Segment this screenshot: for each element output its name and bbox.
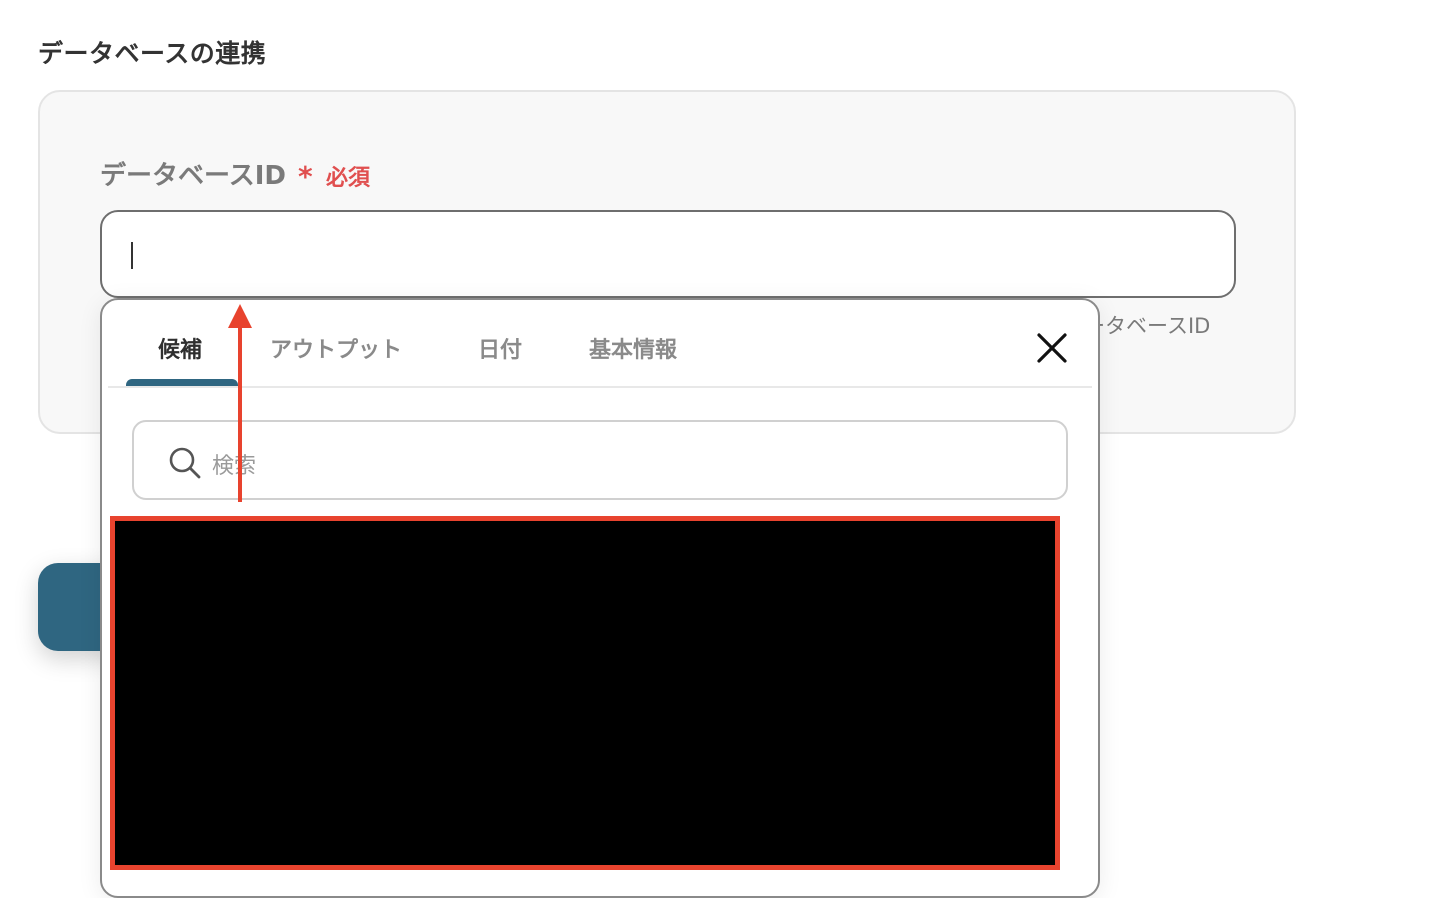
tab-date[interactable]: 日付 [478, 332, 522, 364]
tab-divider [108, 386, 1092, 388]
search-input[interactable]: 検索 [132, 420, 1068, 500]
field-help-text: ータベースID [1084, 314, 1211, 338]
database-id-input[interactable] [100, 210, 1236, 298]
annotation-arrow-line [238, 326, 242, 502]
required-star: * [298, 160, 313, 193]
annotation-arrow-head [228, 304, 252, 328]
tab-basic-info[interactable]: 基本情報 [589, 332, 677, 364]
close-icon[interactable] [1034, 330, 1070, 366]
text-caret [131, 242, 133, 269]
redacted-candidate-list [110, 516, 1060, 870]
section-title: データベースの連携 [38, 39, 267, 68]
database-id-label: データベースID [100, 161, 286, 191]
tab-candidates[interactable]: 候補 [158, 332, 202, 364]
search-placeholder: 検索 [212, 454, 257, 479]
tab-output[interactable]: アウトプット [270, 332, 402, 364]
required-badge: 必須 [326, 166, 371, 191]
search-icon [168, 446, 202, 480]
